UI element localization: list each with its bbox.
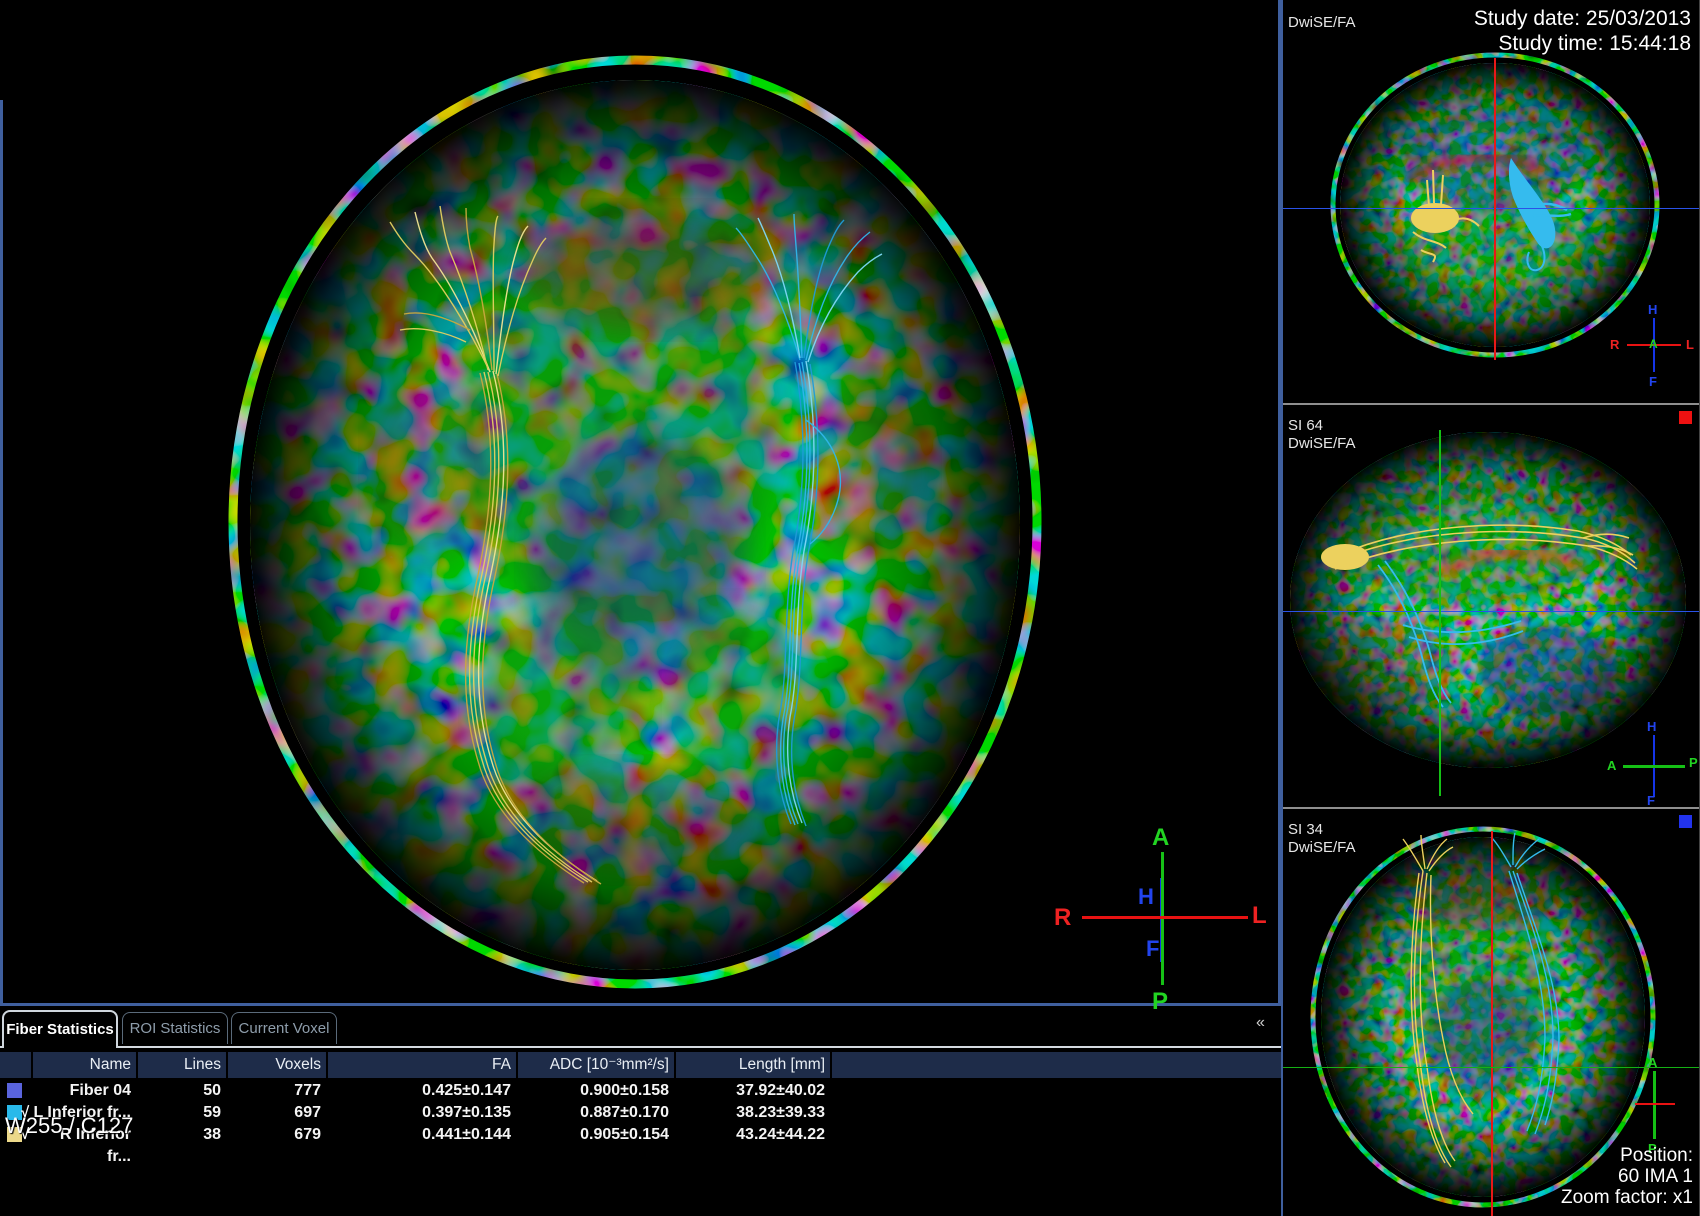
collapse-icon[interactable]: « — [1256, 1014, 1265, 1032]
sagittal-axis-horizontal — [1623, 765, 1685, 768]
cell-lines: 50 — [138, 1080, 226, 1102]
axial-orient-vertical — [1653, 1071, 1656, 1139]
orientation-letter-posterior: P — [1152, 988, 1168, 1016]
orientation-letter-head: H — [1138, 884, 1154, 910]
cell-length: 38.23±39.33 — [676, 1102, 830, 1124]
cell-lines: 59 — [138, 1102, 226, 1124]
coronal-crosshair-vertical — [1494, 58, 1496, 360]
sagittal-crosshair-vertical — [1439, 430, 1441, 796]
header-name: Name — [33, 1052, 136, 1078]
study-time: Study time: 15:44:18 — [1474, 31, 1691, 56]
main-axial-viewport[interactable]: A P R L H F — [0, 0, 1281, 1006]
tab-fiber-statistics[interactable]: Fiber Statistics — [2, 1010, 118, 1048]
panel-marker-red-square — [1679, 411, 1692, 424]
sagittal-image — [1283, 405, 1699, 807]
orientation-letter-anterior: A — [1152, 824, 1169, 852]
table-header: Name Lines Voxels FA ADC [10⁻³mm²/s] Len… — [0, 1052, 1281, 1078]
axial-orient-horizontal — [1635, 1103, 1675, 1105]
study-info: Study date: 25/03/2013 Study time: 15:44… — [1474, 6, 1691, 56]
sagittal-viewport[interactable]: SI 64 DwiSE/FA H F A P — [1283, 403, 1699, 807]
tab-underline — [0, 1046, 1281, 1048]
axial-crosshair-horizontal — [1283, 1067, 1699, 1068]
coronal-crosshair-horizontal — [1283, 208, 1699, 209]
coronal-letter-left: L — [1686, 337, 1694, 352]
coronal-letter-anterior: A — [1649, 337, 1658, 351]
axial-viewport[interactable]: SI 34 DwiSE/FA A P Position: 60 IMA 1 Zo… — [1283, 807, 1699, 1216]
sagittal-letter-posterior: P — [1689, 755, 1698, 770]
header-voxels: Voxels — [228, 1052, 326, 1078]
coronal-letter-feet: F — [1649, 374, 1657, 389]
cell-length: 37.92±40.02 — [676, 1080, 830, 1102]
cell-fa: 0.441±0.144 — [328, 1124, 516, 1146]
table-row[interactable]: √ R Inferior fr... 38 679 0.441±0.144 0.… — [0, 1124, 1281, 1146]
cell-lines: 38 — [138, 1124, 226, 1146]
header-length: Length [mm] — [676, 1052, 830, 1078]
axial-crosshair-vertical — [1491, 831, 1493, 1216]
main-axial-image — [0, 0, 1281, 1003]
tab-roi-statistics[interactable]: ROI Statistics — [122, 1012, 228, 1044]
cell-fa: 0.425±0.147 — [328, 1080, 516, 1102]
right-panel-column: DwiSE/FA Study date: 25/03/2013 Study ti… — [1281, 0, 1700, 1216]
sagittal-letter-anterior: A — [1607, 758, 1616, 773]
position-value: 60 IMA 1 — [1561, 1166, 1693, 1187]
zoom-factor: Zoom factor: x1 — [1561, 1187, 1693, 1208]
orientation-letter-left: L — [1252, 902, 1267, 930]
coronal-sequence-label: DwiSE/FA — [1288, 14, 1356, 31]
cell-voxels: 697 — [228, 1102, 326, 1124]
cell-name: Fiber 04 — [33, 1080, 136, 1102]
cell-voxels: 777 — [228, 1080, 326, 1102]
sagittal-sequence-label: DwiSE/FA — [1288, 435, 1356, 452]
orientation-letter-right: R — [1054, 904, 1071, 932]
cell-length: 43.24±44.22 — [676, 1124, 830, 1146]
tab-current-voxel[interactable]: Current Voxel — [231, 1012, 337, 1044]
panel-marker-blue-square — [1679, 815, 1692, 828]
fiber-color-swatch — [7, 1083, 22, 1098]
cell-adc: 0.905±0.154 — [518, 1124, 674, 1146]
position-info: Position: 60 IMA 1 Zoom factor: x1 — [1561, 1145, 1693, 1208]
orientation-letter-feet: F — [1146, 936, 1159, 962]
sagittal-letter-feet: F — [1647, 793, 1655, 807]
statistics-panel: Fiber Statistics ROI Statistics Current … — [0, 1006, 1281, 1216]
main-view-border — [0, 100, 3, 1003]
cell-adc: 0.887±0.170 — [518, 1102, 674, 1124]
coronal-letter-right: R — [1610, 337, 1619, 352]
study-date: Study date: 25/03/2013 — [1474, 6, 1691, 31]
header-filler — [832, 1052, 1281, 1078]
header-fa: FA — [328, 1052, 516, 1078]
coronal-letter-head: H — [1648, 302, 1657, 317]
header-swatch-col — [0, 1052, 31, 1078]
coronal-viewport[interactable]: DwiSE/FA Study date: 25/03/2013 Study ti… — [1283, 0, 1699, 403]
table-row[interactable]: √ L Inferior fr... 59 697 0.397±0.135 0.… — [0, 1102, 1281, 1124]
orientation-axis-rl-line — [1082, 916, 1248, 919]
sagittal-slice-label: SI 64 — [1288, 417, 1323, 434]
sagittal-crosshair-horizontal — [1283, 611, 1699, 612]
sagittal-letter-head: H — [1647, 719, 1656, 734]
cell-voxels: 679 — [228, 1124, 326, 1146]
window-level-overlay: W255 / C127 — [5, 1113, 133, 1139]
position-label: Position: — [1561, 1145, 1693, 1166]
axial-slice-label: SI 34 — [1288, 821, 1323, 838]
axial-sequence-label: DwiSE/FA — [1288, 839, 1356, 856]
header-adc: ADC [10⁻³mm²/s] — [518, 1052, 674, 1078]
table-row[interactable]: Fiber 04 50 777 0.425±0.147 0.900±0.158 … — [0, 1080, 1281, 1102]
coronal-image — [1283, 0, 1699, 403]
header-lines: Lines — [138, 1052, 226, 1078]
cell-adc: 0.900±0.158 — [518, 1080, 674, 1102]
cell-fa: 0.397±0.135 — [328, 1102, 516, 1124]
